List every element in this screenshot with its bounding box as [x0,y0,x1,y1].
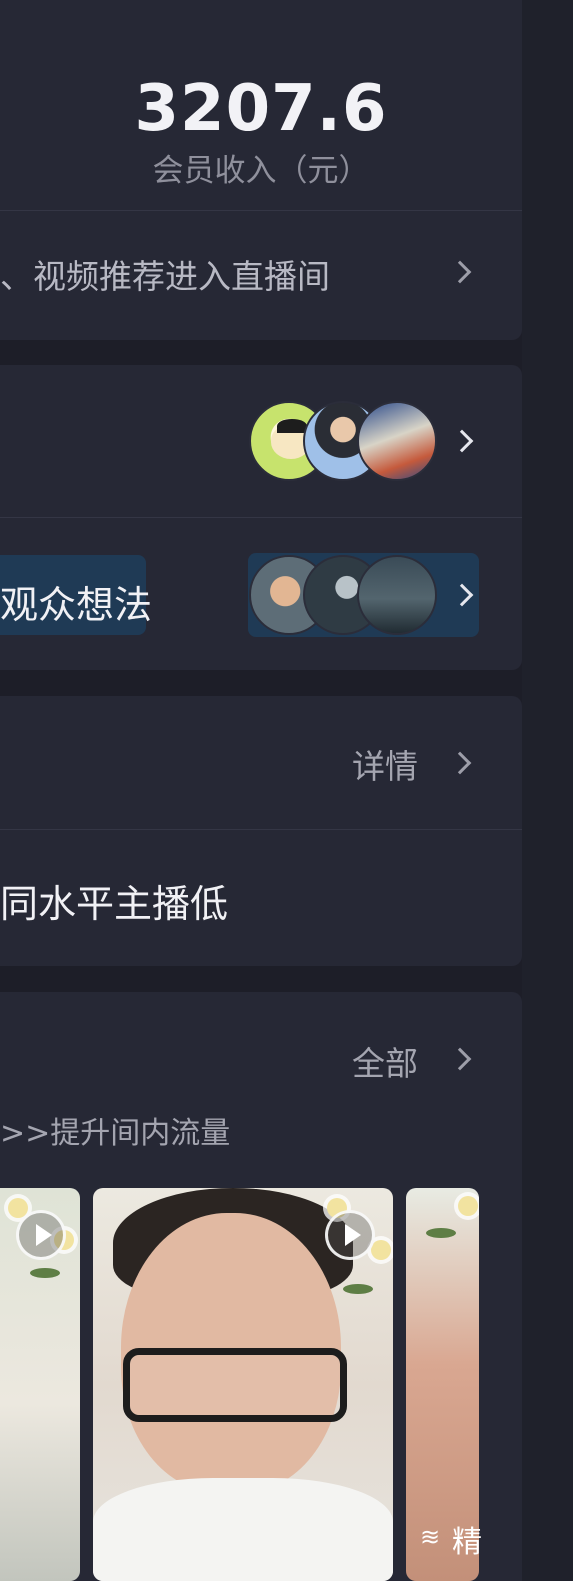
recommend-text[interactable]: 、视频推荐进入直播间 [0,250,330,298]
glasses [123,1348,347,1422]
detail-link[interactable]: 详情 [352,740,418,788]
landscape-avatar [357,555,437,635]
all-link[interactable]: 全部 [352,1037,418,1085]
thoughts-text[interactable]: 观众想法 [0,574,152,629]
income-value: 3207.6 [134,72,388,146]
traffic-hint: >>提升间内流量 [0,1116,231,1151]
audience-avatars[interactable] [249,401,439,481]
page: 3207.6 会员收入（元） 、视频推荐进入直播间 观众想法 详情 同水平主播低… [0,0,573,1581]
income-label: 会员收入（元） [152,153,370,189]
layers-icon: ≋ [419,1523,441,1551]
banner-avatar [357,401,437,481]
featured-label: 精 [452,1525,482,1560]
detail-divider [0,829,522,830]
comparison-text: 同水平主播低 [0,882,229,926]
right-rail [522,0,573,1581]
video-thumbnail[interactable] [0,1188,80,1581]
video-thumbnail[interactable] [93,1188,393,1581]
thoughts-avatars[interactable] [249,555,439,635]
income-divider [0,210,522,211]
audience-divider [0,517,522,518]
play-icon[interactable] [16,1210,66,1260]
play-icon[interactable] [325,1210,375,1260]
